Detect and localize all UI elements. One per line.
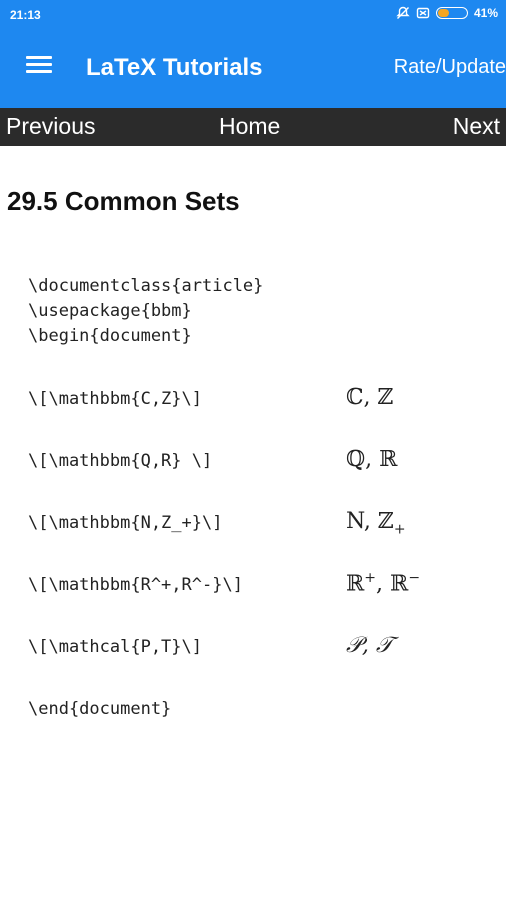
output-part: ℝ (346, 571, 365, 597)
example-code: \[\mathbbm{Q,R} \] (28, 451, 213, 471)
output-subscript: + (393, 521, 406, 538)
app-title: LaTeX Tutorials (86, 54, 263, 81)
example-output: ℝ+, ℝ− (346, 570, 420, 596)
code-line: \usepackage{bbm} (28, 301, 192, 321)
output-superscript: + (364, 570, 377, 586)
status-bar: 21:13 41% (0, 0, 506, 30)
code-line: \begin{document} (28, 326, 192, 346)
page-navigation: Previous Home Next (0, 108, 506, 146)
example-output: ℚ, ℝ (346, 447, 398, 472)
home-button[interactable]: Home (219, 113, 280, 140)
example-output: ℂ, ℤ (346, 385, 394, 410)
example-code: \[\mathcal{P,T}\] (28, 637, 202, 657)
example-code: \[\mathbbm{R^+,R^-}\] (28, 575, 243, 595)
code-line: \end{document} (28, 699, 172, 719)
battery-percent: 41% (473, 6, 498, 20)
muted-bell-icon (396, 6, 410, 20)
status-icons: 41% (396, 6, 498, 20)
page-title: 29.5 Common Sets (7, 186, 240, 216)
example-output: 𝒫, 𝒯 (346, 633, 393, 658)
output-main: N, ℤ (346, 509, 394, 534)
sim-off-icon (416, 6, 430, 20)
output-part: , ℝ (376, 571, 409, 597)
battery-icon (435, 7, 468, 19)
hamburger-menu-icon[interactable] (22, 52, 56, 86)
code-line: \documentclass{article} (28, 276, 264, 296)
example-code: \[\mathbbm{N,Z_+}\] (28, 513, 223, 533)
next-button[interactable]: Next (453, 113, 500, 140)
rate-update-button[interactable]: Rate/Update (394, 56, 506, 79)
app-bar: 21:13 41% LaTeX Tutorials Rate/Update (0, 0, 506, 108)
output-superscript: − (408, 570, 421, 586)
status-time: 21:13 (10, 8, 41, 22)
toolbar: LaTeX Tutorials Rate/Update (0, 30, 506, 108)
example-output: N, ℤ+ (346, 509, 406, 537)
previous-button[interactable]: Previous (6, 113, 95, 140)
example-code: \[\mathbbm{C,Z}\] (28, 389, 202, 409)
